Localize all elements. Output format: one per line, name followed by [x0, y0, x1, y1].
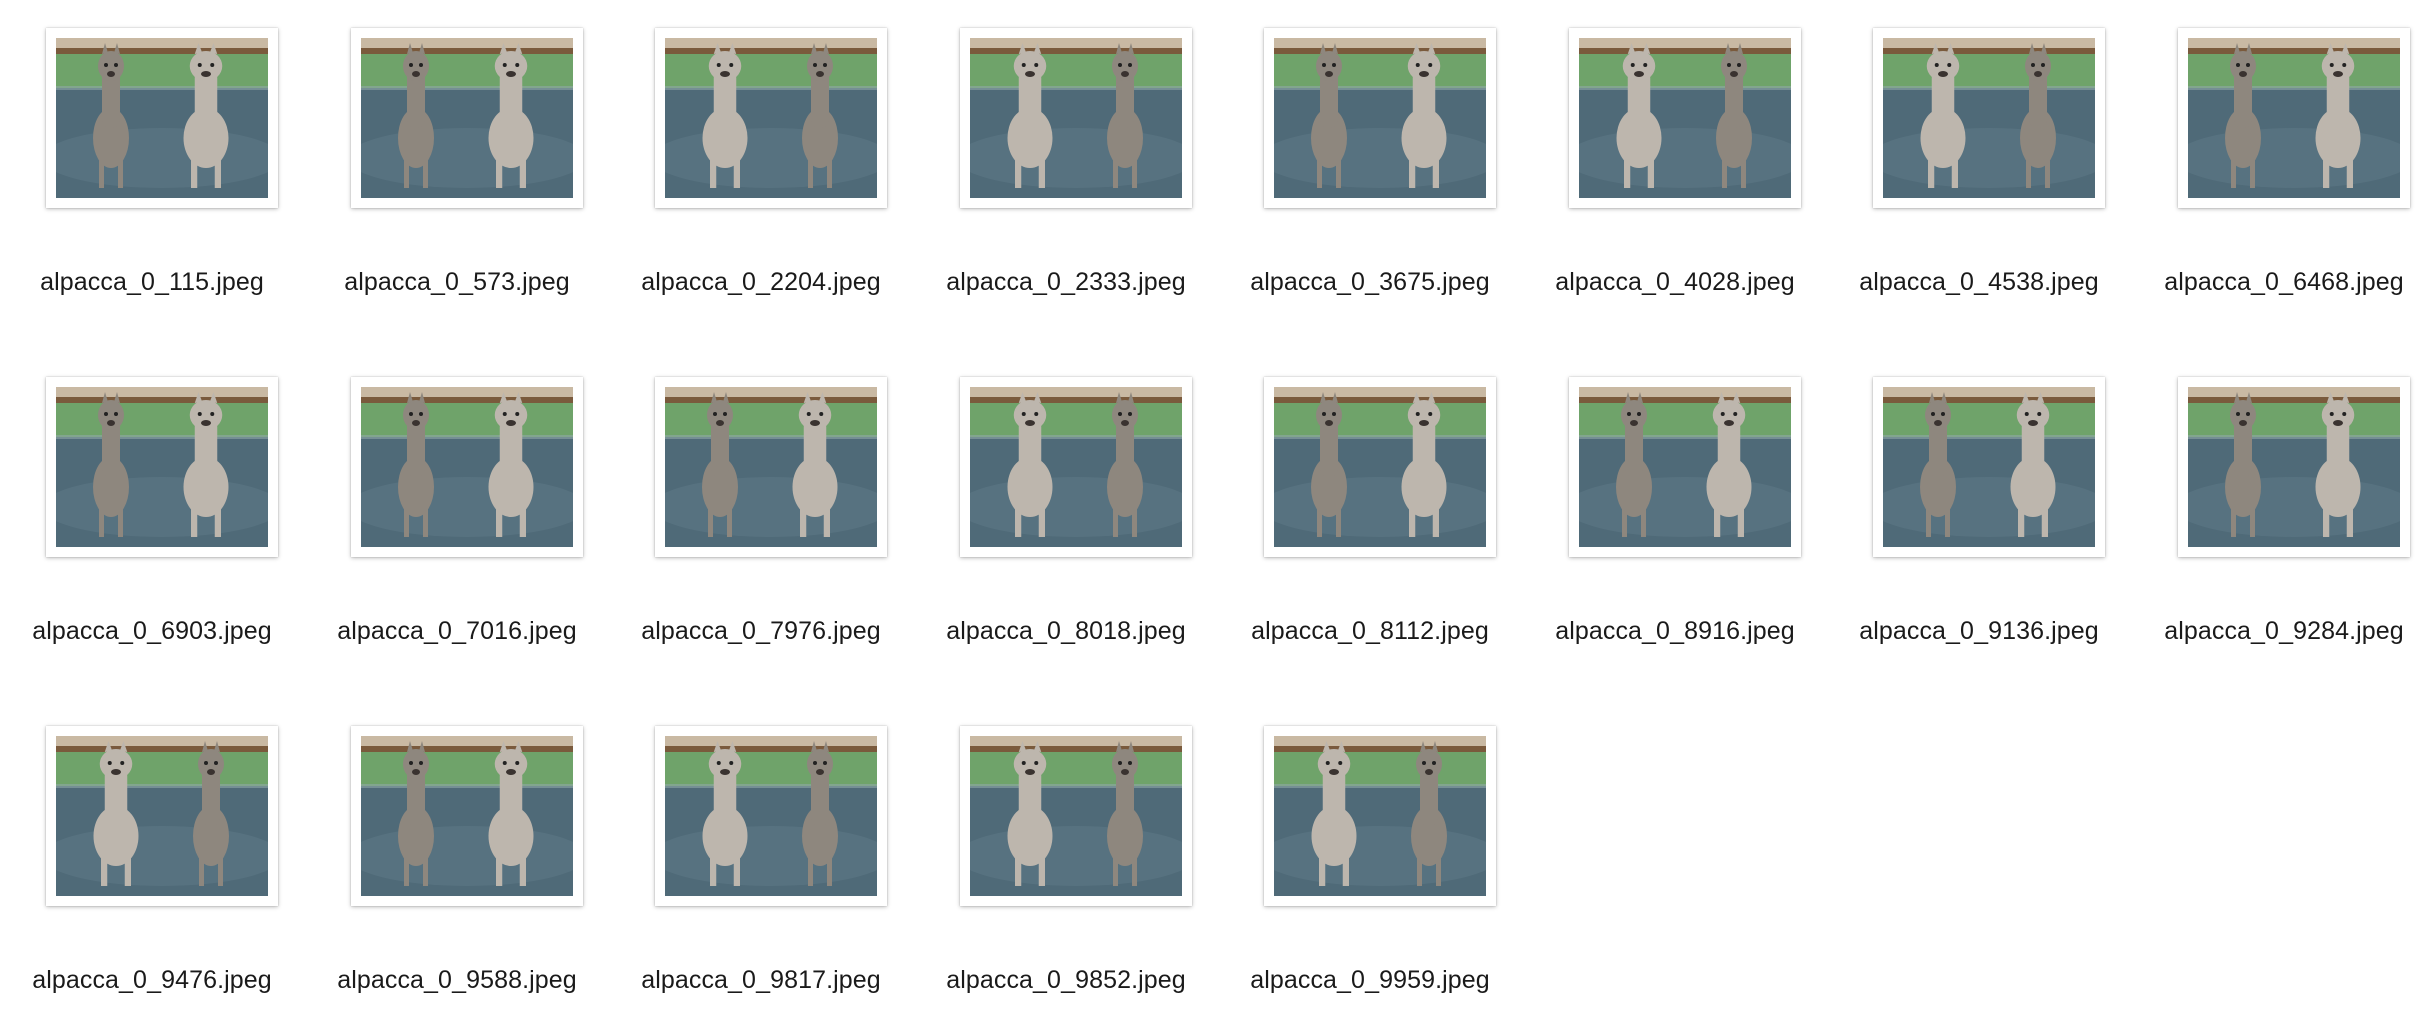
file-thumbnail[interactable] [655, 377, 887, 557]
file-item[interactable]: alpacca_0_6468.jpeg [2132, 0, 2430, 300]
alpaca-photo-image [1274, 736, 1486, 896]
file-thumbnail[interactable] [351, 726, 583, 906]
file-thumbnail[interactable] [2178, 377, 2410, 557]
file-thumbnail[interactable] [351, 28, 583, 208]
file-thumbnail[interactable] [46, 28, 278, 208]
file-item[interactable]: alpacca_0_4028.jpeg [1523, 0, 1827, 300]
file-thumbnail[interactable] [1264, 377, 1496, 557]
file-thumbnail[interactable] [960, 377, 1192, 557]
alpaca-photo-image [1579, 387, 1791, 547]
file-item[interactable]: alpacca_0_3675.jpeg [1218, 0, 1522, 300]
file-thumbnail[interactable] [46, 726, 278, 906]
file-item[interactable]: alpacca_0_8018.jpeg [914, 349, 1218, 649]
file-item[interactable]: alpacca_0_9476.jpeg [0, 698, 304, 998]
file-item[interactable]: alpacca_0_7016.jpeg [305, 349, 609, 649]
file-name-label[interactable]: alpacca_0_8112.jpeg [1218, 617, 1522, 646]
file-item[interactable]: alpacca_0_9136.jpeg [1827, 349, 2131, 649]
file-thumbnail[interactable] [351, 377, 583, 557]
alpaca-photo-image [56, 387, 268, 547]
file-name-label[interactable]: alpacca_0_9136.jpeg [1827, 617, 2131, 646]
alpaca-photo-image [665, 736, 877, 896]
file-thumbnail[interactable] [1264, 28, 1496, 208]
file-item[interactable]: alpacca_0_8916.jpeg [1523, 349, 1827, 649]
alpaca-photo-image [361, 387, 573, 547]
alpaca-photo-image [1274, 38, 1486, 198]
file-item[interactable]: alpacca_0_2204.jpeg [609, 0, 913, 300]
file-name-label[interactable]: alpacca_0_8018.jpeg [914, 617, 1218, 646]
file-item[interactable]: alpacca_0_4538.jpeg [1827, 0, 2131, 300]
alpaca-photo-image [665, 38, 877, 198]
alpaca-photo-image [970, 38, 1182, 198]
file-item[interactable]: alpacca_0_573.jpeg [305, 0, 609, 300]
file-thumbnail[interactable] [655, 726, 887, 906]
file-item[interactable]: alpacca_0_9588.jpeg [305, 698, 609, 998]
alpaca-photo-image [361, 736, 573, 896]
alpaca-photo-image [2188, 387, 2400, 547]
file-item[interactable]: alpacca_0_8112.jpeg [1218, 349, 1522, 649]
file-name-label[interactable]: alpacca_0_9817.jpeg [609, 966, 913, 995]
file-thumbnail[interactable] [1569, 28, 1801, 208]
alpaca-photo-image [970, 387, 1182, 547]
file-name-label[interactable]: alpacca_0_9284.jpeg [2132, 617, 2430, 646]
file-name-label[interactable]: alpacca_0_9959.jpeg [1218, 966, 1522, 995]
file-item[interactable]: alpacca_0_9959.jpeg [1218, 698, 1522, 998]
file-name-label[interactable]: alpacca_0_2333.jpeg [914, 268, 1218, 297]
file-name-label[interactable]: alpacca_0_4538.jpeg [1827, 268, 2131, 297]
file-item[interactable]: alpacca_0_2333.jpeg [914, 0, 1218, 300]
file-name-label[interactable]: alpacca_0_3675.jpeg [1218, 268, 1522, 297]
file-name-label[interactable]: alpacca_0_6903.jpeg [0, 617, 304, 646]
alpaca-photo-image [1883, 387, 2095, 547]
alpaca-photo-image [56, 38, 268, 198]
file-item[interactable]: alpacca_0_7976.jpeg [609, 349, 913, 649]
alpaca-photo-image [665, 387, 877, 547]
alpaca-photo-image [56, 736, 268, 896]
file-item[interactable]: alpacca_0_115.jpeg [0, 0, 304, 300]
file-name-label[interactable]: alpacca_0_573.jpeg [305, 268, 609, 297]
alpaca-photo-image [1883, 38, 2095, 198]
file-item[interactable]: alpacca_0_9817.jpeg [609, 698, 913, 998]
file-thumbnail[interactable] [1873, 28, 2105, 208]
file-grid: alpacca_0_115.jpeg alpacca_0_573.jpeg alpa… [0, 0, 2430, 1034]
file-thumbnail[interactable] [960, 726, 1192, 906]
file-thumbnail[interactable] [655, 28, 887, 208]
file-item[interactable]: alpacca_0_9284.jpeg [2132, 349, 2430, 649]
alpaca-photo-image [361, 38, 573, 198]
alpaca-photo-image [970, 736, 1182, 896]
file-item[interactable]: alpacca_0_6903.jpeg [0, 349, 304, 649]
file-name-label[interactable]: alpacca_0_4028.jpeg [1523, 268, 1827, 297]
file-thumbnail[interactable] [2178, 28, 2410, 208]
file-name-label[interactable]: alpacca_0_115.jpeg [0, 268, 304, 297]
alpaca-photo-image [2188, 38, 2400, 198]
file-name-label[interactable]: alpacca_0_9476.jpeg [0, 966, 304, 995]
alpaca-photo-image [1274, 387, 1486, 547]
file-name-label[interactable]: alpacca_0_6468.jpeg [2132, 268, 2430, 297]
alpaca-photo-image [1579, 38, 1791, 198]
file-name-label[interactable]: alpacca_0_8916.jpeg [1523, 617, 1827, 646]
file-thumbnail[interactable] [1569, 377, 1801, 557]
file-name-label[interactable]: alpacca_0_7016.jpeg [305, 617, 609, 646]
file-name-label[interactable]: alpacca_0_9588.jpeg [305, 966, 609, 995]
file-thumbnail[interactable] [46, 377, 278, 557]
file-thumbnail[interactable] [1873, 377, 2105, 557]
file-item[interactable]: alpacca_0_9852.jpeg [914, 698, 1218, 998]
file-name-label[interactable]: alpacca_0_7976.jpeg [609, 617, 913, 646]
file-thumbnail[interactable] [1264, 726, 1496, 906]
file-name-label[interactable]: alpacca_0_9852.jpeg [914, 966, 1218, 995]
file-name-label[interactable]: alpacca_0_2204.jpeg [609, 268, 913, 297]
file-thumbnail[interactable] [960, 28, 1192, 208]
